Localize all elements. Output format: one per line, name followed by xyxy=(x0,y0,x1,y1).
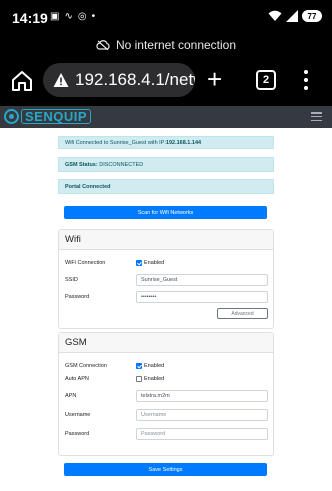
address-bar[interactable]: 192.168.4.1/netwo xyxy=(43,63,195,97)
advanced-button[interactable]: Advanced xyxy=(217,308,268,319)
ssid-label: SSID xyxy=(65,277,78,283)
apn-input[interactable]: telstra.m2m xyxy=(136,390,268,402)
tab-switcher-button[interactable]: 2 xyxy=(256,70,276,90)
ssid-input[interactable]: Sunrise_Guest xyxy=(136,274,268,286)
location-icon: ◎ xyxy=(77,11,87,22)
status-bar: 14:19 ▣ ∿ ◎ • 77 xyxy=(0,0,332,34)
ssid-row: SSID Sunrise_Guest xyxy=(65,274,268,286)
gsm-status-label: GSM Status: xyxy=(65,161,98,168)
apn-row: APN telstra.m2m xyxy=(65,390,268,402)
wifi-status-alert: Wifi Connected to Sunrise_Guest with IP:… xyxy=(58,136,274,149)
gsm-status-value: DISCONNECTED xyxy=(97,161,144,168)
username-row: Username Username xyxy=(65,409,268,421)
new-tab-icon[interactable]: + xyxy=(207,65,222,93)
screenshot-icon: ▣ xyxy=(50,11,60,22)
gsm-password-input[interactable]: Password xyxy=(136,428,268,440)
wifi-card-title: Wifi xyxy=(59,230,273,250)
wifi-password-row: Password •••••••• xyxy=(65,291,268,303)
auto-apn-checkbox[interactable]: Enabled xyxy=(136,376,164,382)
username-input[interactable]: Username xyxy=(136,409,268,421)
warning-icon[interactable] xyxy=(53,72,69,88)
brand-name: SENQUIP xyxy=(21,109,92,124)
gsm-card: GSM GSM Connection Enabled Auto APN Enab… xyxy=(58,332,274,456)
gsm-card-title: GSM xyxy=(59,333,273,353)
auto-apn-label: Auto APN xyxy=(65,376,89,382)
wifi-card: Wifi WiFi Connection Enabled SSID Sunris… xyxy=(58,229,274,329)
portal-status-text: Portal Connected xyxy=(65,183,111,190)
gsm-connection-row: GSM Connection Enabled xyxy=(65,360,268,372)
wifi-password-input[interactable]: •••••••• xyxy=(136,291,268,303)
gsm-password-label: Password xyxy=(65,431,90,437)
checkbox-checked-icon[interactable] xyxy=(136,260,142,266)
status-time: 14:19 xyxy=(12,10,48,26)
wifi-password-label: Password xyxy=(65,294,90,300)
trend-icon: ∿ xyxy=(64,11,73,22)
signal-icon xyxy=(286,10,298,22)
navbar: SENQUIP xyxy=(0,106,332,128)
auto-apn-row: Auto APN Enabled xyxy=(65,373,268,385)
browser-toolbar: 192.168.4.1/netwo + 2 xyxy=(0,56,332,106)
web-page: SENQUIP Wifi Connected to Sunrise_Guest … xyxy=(0,106,332,491)
wifi-icon xyxy=(268,10,282,21)
auto-apn-enabled-label: Enabled xyxy=(144,376,165,382)
logo-icon xyxy=(4,109,19,124)
battery-icon: 77 xyxy=(302,10,322,22)
offline-banner: No internet connection xyxy=(0,34,332,56)
menu-toggle-icon[interactable] xyxy=(311,112,322,121)
gsm-status-alert: GSM Status: DISCONNECTED xyxy=(58,157,274,172)
wifi-enabled-checkbox[interactable]: Enabled xyxy=(136,260,164,266)
gsm-enabled-checkbox[interactable]: Enabled xyxy=(136,363,164,369)
wifi-ip: 192.168.1.144 xyxy=(165,139,202,146)
wifi-connection-row: WiFi Connection Enabled xyxy=(65,257,268,269)
save-settings-button[interactable]: Save Settings xyxy=(64,463,267,476)
home-icon[interactable] xyxy=(10,69,34,93)
wifi-enabled-label: Enabled xyxy=(144,260,165,266)
scan-wifi-button[interactable]: Scan for Wifi Networks xyxy=(64,206,267,219)
gsm-connection-label: GSM Connection xyxy=(65,363,107,369)
more-menu-icon[interactable] xyxy=(303,70,309,90)
portal-status-alert: Portal Connected xyxy=(58,179,274,194)
gsm-enabled-label: Enabled xyxy=(144,363,165,369)
username-label: Username xyxy=(65,412,91,418)
checkbox-checked-icon[interactable] xyxy=(136,363,142,369)
wifi-status-text: Wifi Connected to Sunrise_Guest with IP: xyxy=(65,139,166,146)
dot-icon: • xyxy=(91,11,96,22)
offline-text: No internet connection xyxy=(115,38,237,52)
apn-label: APN xyxy=(65,393,77,399)
gsm-password-row: Password Password xyxy=(65,428,268,440)
checkbox-unchecked-icon[interactable] xyxy=(136,376,142,382)
url-text[interactable]: 192.168.4.1/netwo xyxy=(75,70,195,90)
cloud-off-icon xyxy=(96,40,110,50)
brand-logo[interactable]: SENQUIP xyxy=(4,109,92,124)
wifi-connection-label: WiFi Connection xyxy=(65,260,106,266)
